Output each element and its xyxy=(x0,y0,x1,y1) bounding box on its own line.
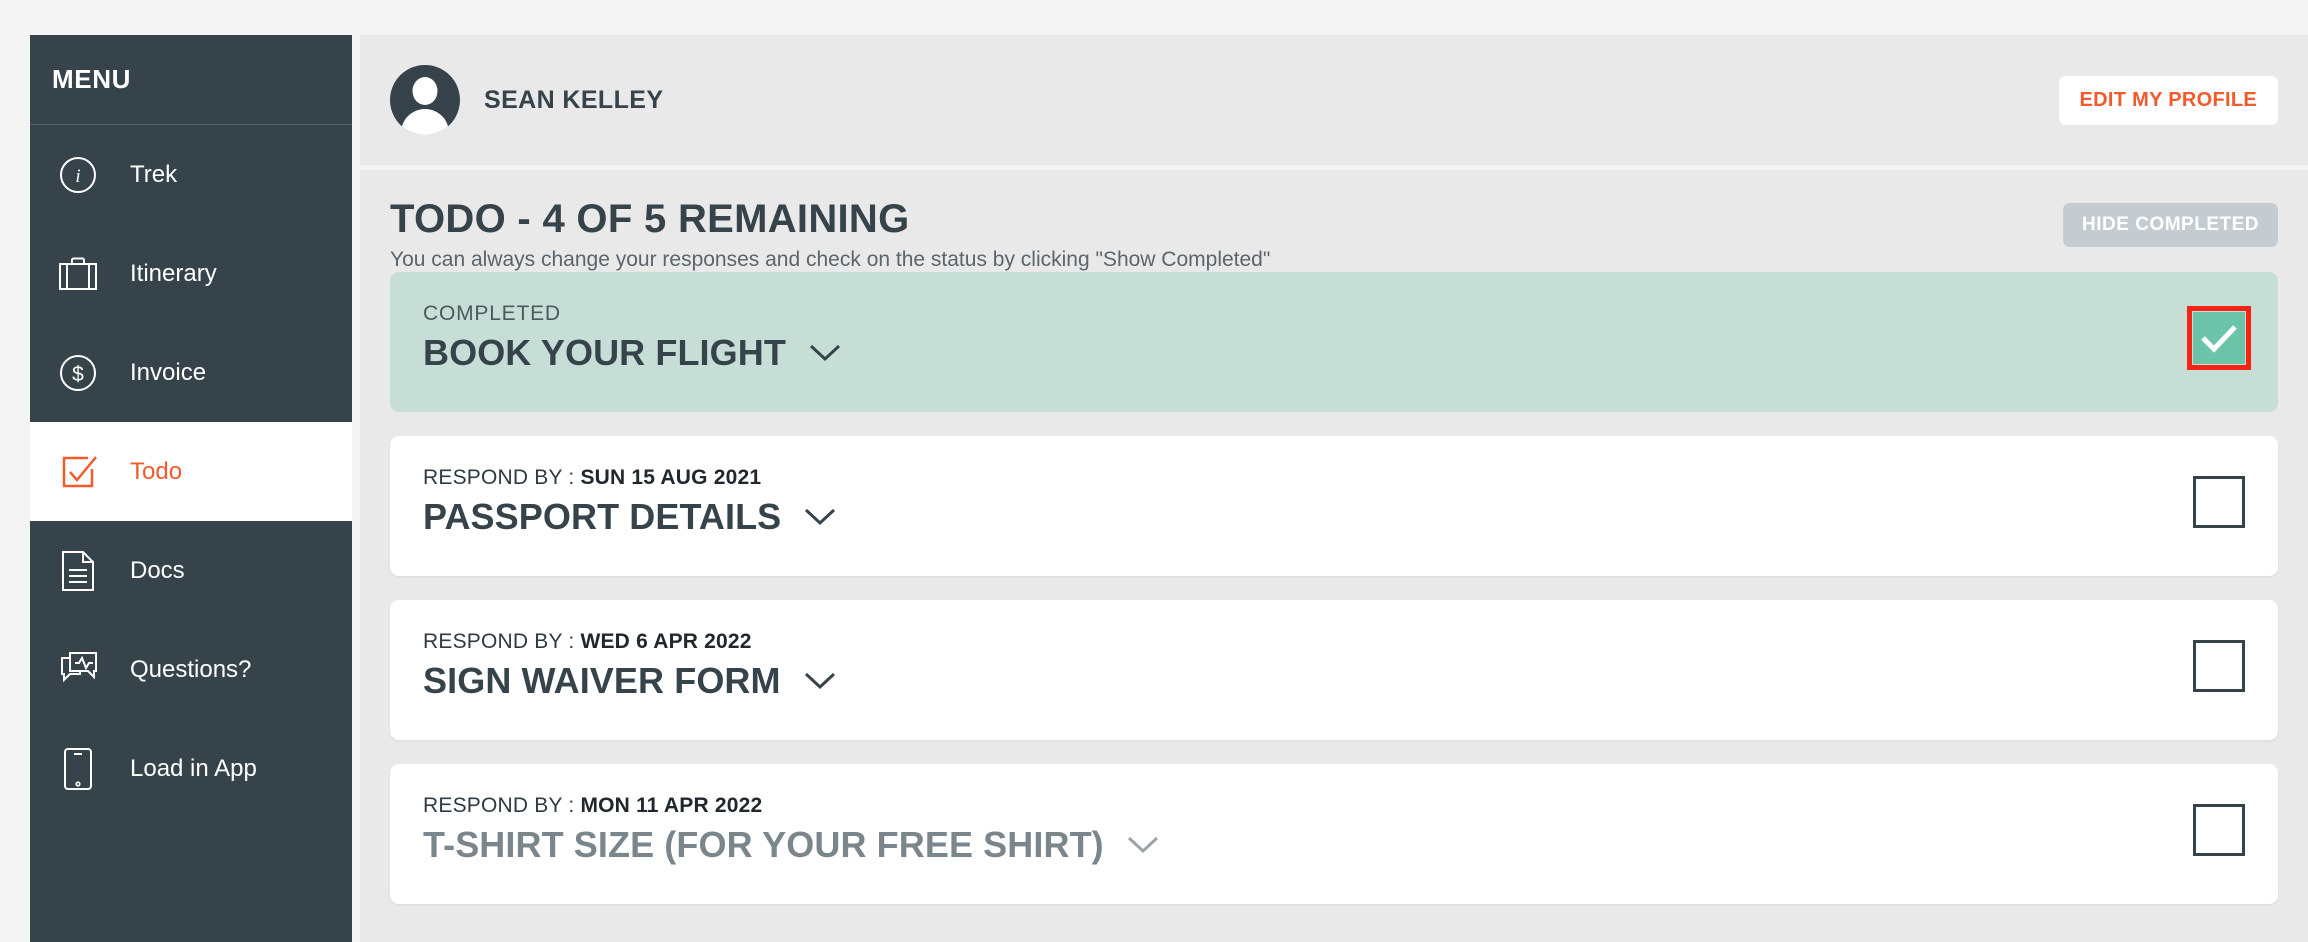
sidebar-item-invoice[interactable]: $ Invoice xyxy=(30,323,352,422)
sidebar-item-label: Load in App xyxy=(130,754,257,782)
phone-icon xyxy=(56,747,100,791)
sidebar-item-label: Docs xyxy=(130,556,185,584)
todo-item-title: SIGN WAIVER FORM xyxy=(423,660,781,701)
page-subtitle: You can always change your responses and… xyxy=(390,248,1271,271)
dollar-circle-icon: $ xyxy=(56,351,100,395)
document-icon xyxy=(56,549,100,593)
sidebar-item-load-in-app[interactable]: Load in App xyxy=(30,719,352,818)
avatar-head xyxy=(412,77,438,105)
sidebar: MENU i Trek Itinerary $ Invoice Todo Doc… xyxy=(30,35,352,942)
todo-card[interactable]: RESPOND BY : SUN 15 AUG 2021 PASSPORT DE… xyxy=(390,436,2278,576)
todo-header: TODO - 4 OF 5 REMAINING You can always c… xyxy=(390,170,2278,272)
profile-bar: SEAN KELLEY EDIT MY PROFILE xyxy=(360,35,2308,165)
chevron-down-icon[interactable] xyxy=(1126,835,1160,855)
edit-my-profile-button[interactable]: EDIT MY PROFILE xyxy=(2058,75,2278,125)
avatar-body xyxy=(401,109,449,135)
todo-card[interactable]: RESPOND BY : MON 11 APR 2022 T-SHIRT SIZ… xyxy=(390,764,2278,904)
chevron-down-icon[interactable] xyxy=(803,671,837,691)
sidebar-item-itinerary[interactable]: Itinerary xyxy=(30,224,352,323)
sidebar-item-label: Questions? xyxy=(130,655,252,683)
respond-by-date: SUN 15 AUG 2021 xyxy=(580,466,762,489)
todo-item-title: PASSPORT DETAILS xyxy=(423,496,782,537)
sidebar-item-label: Trek xyxy=(130,160,178,188)
chat-icon xyxy=(56,648,100,692)
respond-by-label: RESPOND BY : xyxy=(423,794,581,817)
todo-status-label: COMPLETED xyxy=(423,302,561,325)
chevron-down-icon[interactable] xyxy=(803,507,837,527)
todo-checkbox[interactable] xyxy=(2193,640,2245,692)
todo-name-row[interactable]: PASSPORT DETAILS xyxy=(423,496,2278,538)
respond-by-date: WED 6 APR 2022 xyxy=(580,630,752,653)
hide-completed-button[interactable]: HIDE COMPLETED xyxy=(2063,203,2278,247)
todo-item-title: BOOK YOUR FLIGHT xyxy=(423,332,786,373)
sidebar-item-questions[interactable]: Questions? xyxy=(30,620,352,719)
suitcase-icon xyxy=(56,252,100,296)
sidebar-item-trek[interactable]: i Trek xyxy=(30,125,352,224)
sidebar-item-label: Invoice xyxy=(130,358,207,386)
todo-name-row[interactable]: SIGN WAIVER FORM xyxy=(423,660,2278,702)
menu-title: MENU xyxy=(52,64,131,94)
todo-respond-by: RESPOND BY : WED 6 APR 2022 xyxy=(423,630,2278,654)
chevron-down-icon[interactable] xyxy=(808,343,842,363)
todo-card[interactable]: COMPLETED BOOK YOUR FLIGHT xyxy=(390,272,2278,412)
sidebar-item-docs[interactable]: Docs xyxy=(30,521,352,620)
checkbox-icon xyxy=(56,450,100,494)
respond-by-label: RESPOND BY : xyxy=(423,466,581,489)
sidebar-item-todo[interactable]: Todo xyxy=(30,422,352,521)
todo-name-row[interactable]: T-SHIRT SIZE (FOR YOUR FREE SHIRT) xyxy=(423,824,2278,866)
todo-content: TODO - 4 OF 5 REMAINING You can always c… xyxy=(360,165,2308,942)
todo-respond-by: RESPOND BY : SUN 15 AUG 2021 xyxy=(423,466,2278,490)
sidebar-item-label: Itinerary xyxy=(130,259,217,287)
todo-checkbox[interactable] xyxy=(2193,476,2245,528)
todo-checkbox[interactable] xyxy=(2193,804,2245,856)
profile-name: SEAN KELLEY xyxy=(484,85,664,114)
sidebar-item-label: Todo xyxy=(130,457,183,485)
page-title: TODO - 4 OF 5 REMAINING xyxy=(390,197,910,241)
main-area: SEAN KELLEY EDIT MY PROFILE TODO - 4 OF … xyxy=(360,35,2308,942)
todo-checkbox[interactable] xyxy=(2193,312,2245,364)
menu-header: MENU xyxy=(30,35,352,125)
todo-name-row[interactable]: BOOK YOUR FLIGHT xyxy=(423,332,2278,374)
todo-item-title: T-SHIRT SIZE (FOR YOUR FREE SHIRT) xyxy=(423,824,1104,865)
svg-text:i: i xyxy=(75,166,80,187)
respond-by-label: RESPOND BY : xyxy=(423,630,581,653)
todo-card[interactable]: RESPOND BY : WED 6 APR 2022 SIGN WAIVER … xyxy=(390,600,2278,740)
respond-by-date: MON 11 APR 2022 xyxy=(580,794,763,817)
user-avatar-icon xyxy=(390,65,460,135)
info-circle-icon: i xyxy=(56,153,100,197)
todo-respond-by: RESPOND BY : MON 11 APR 2022 xyxy=(423,794,2278,818)
svg-text:$: $ xyxy=(72,363,84,386)
